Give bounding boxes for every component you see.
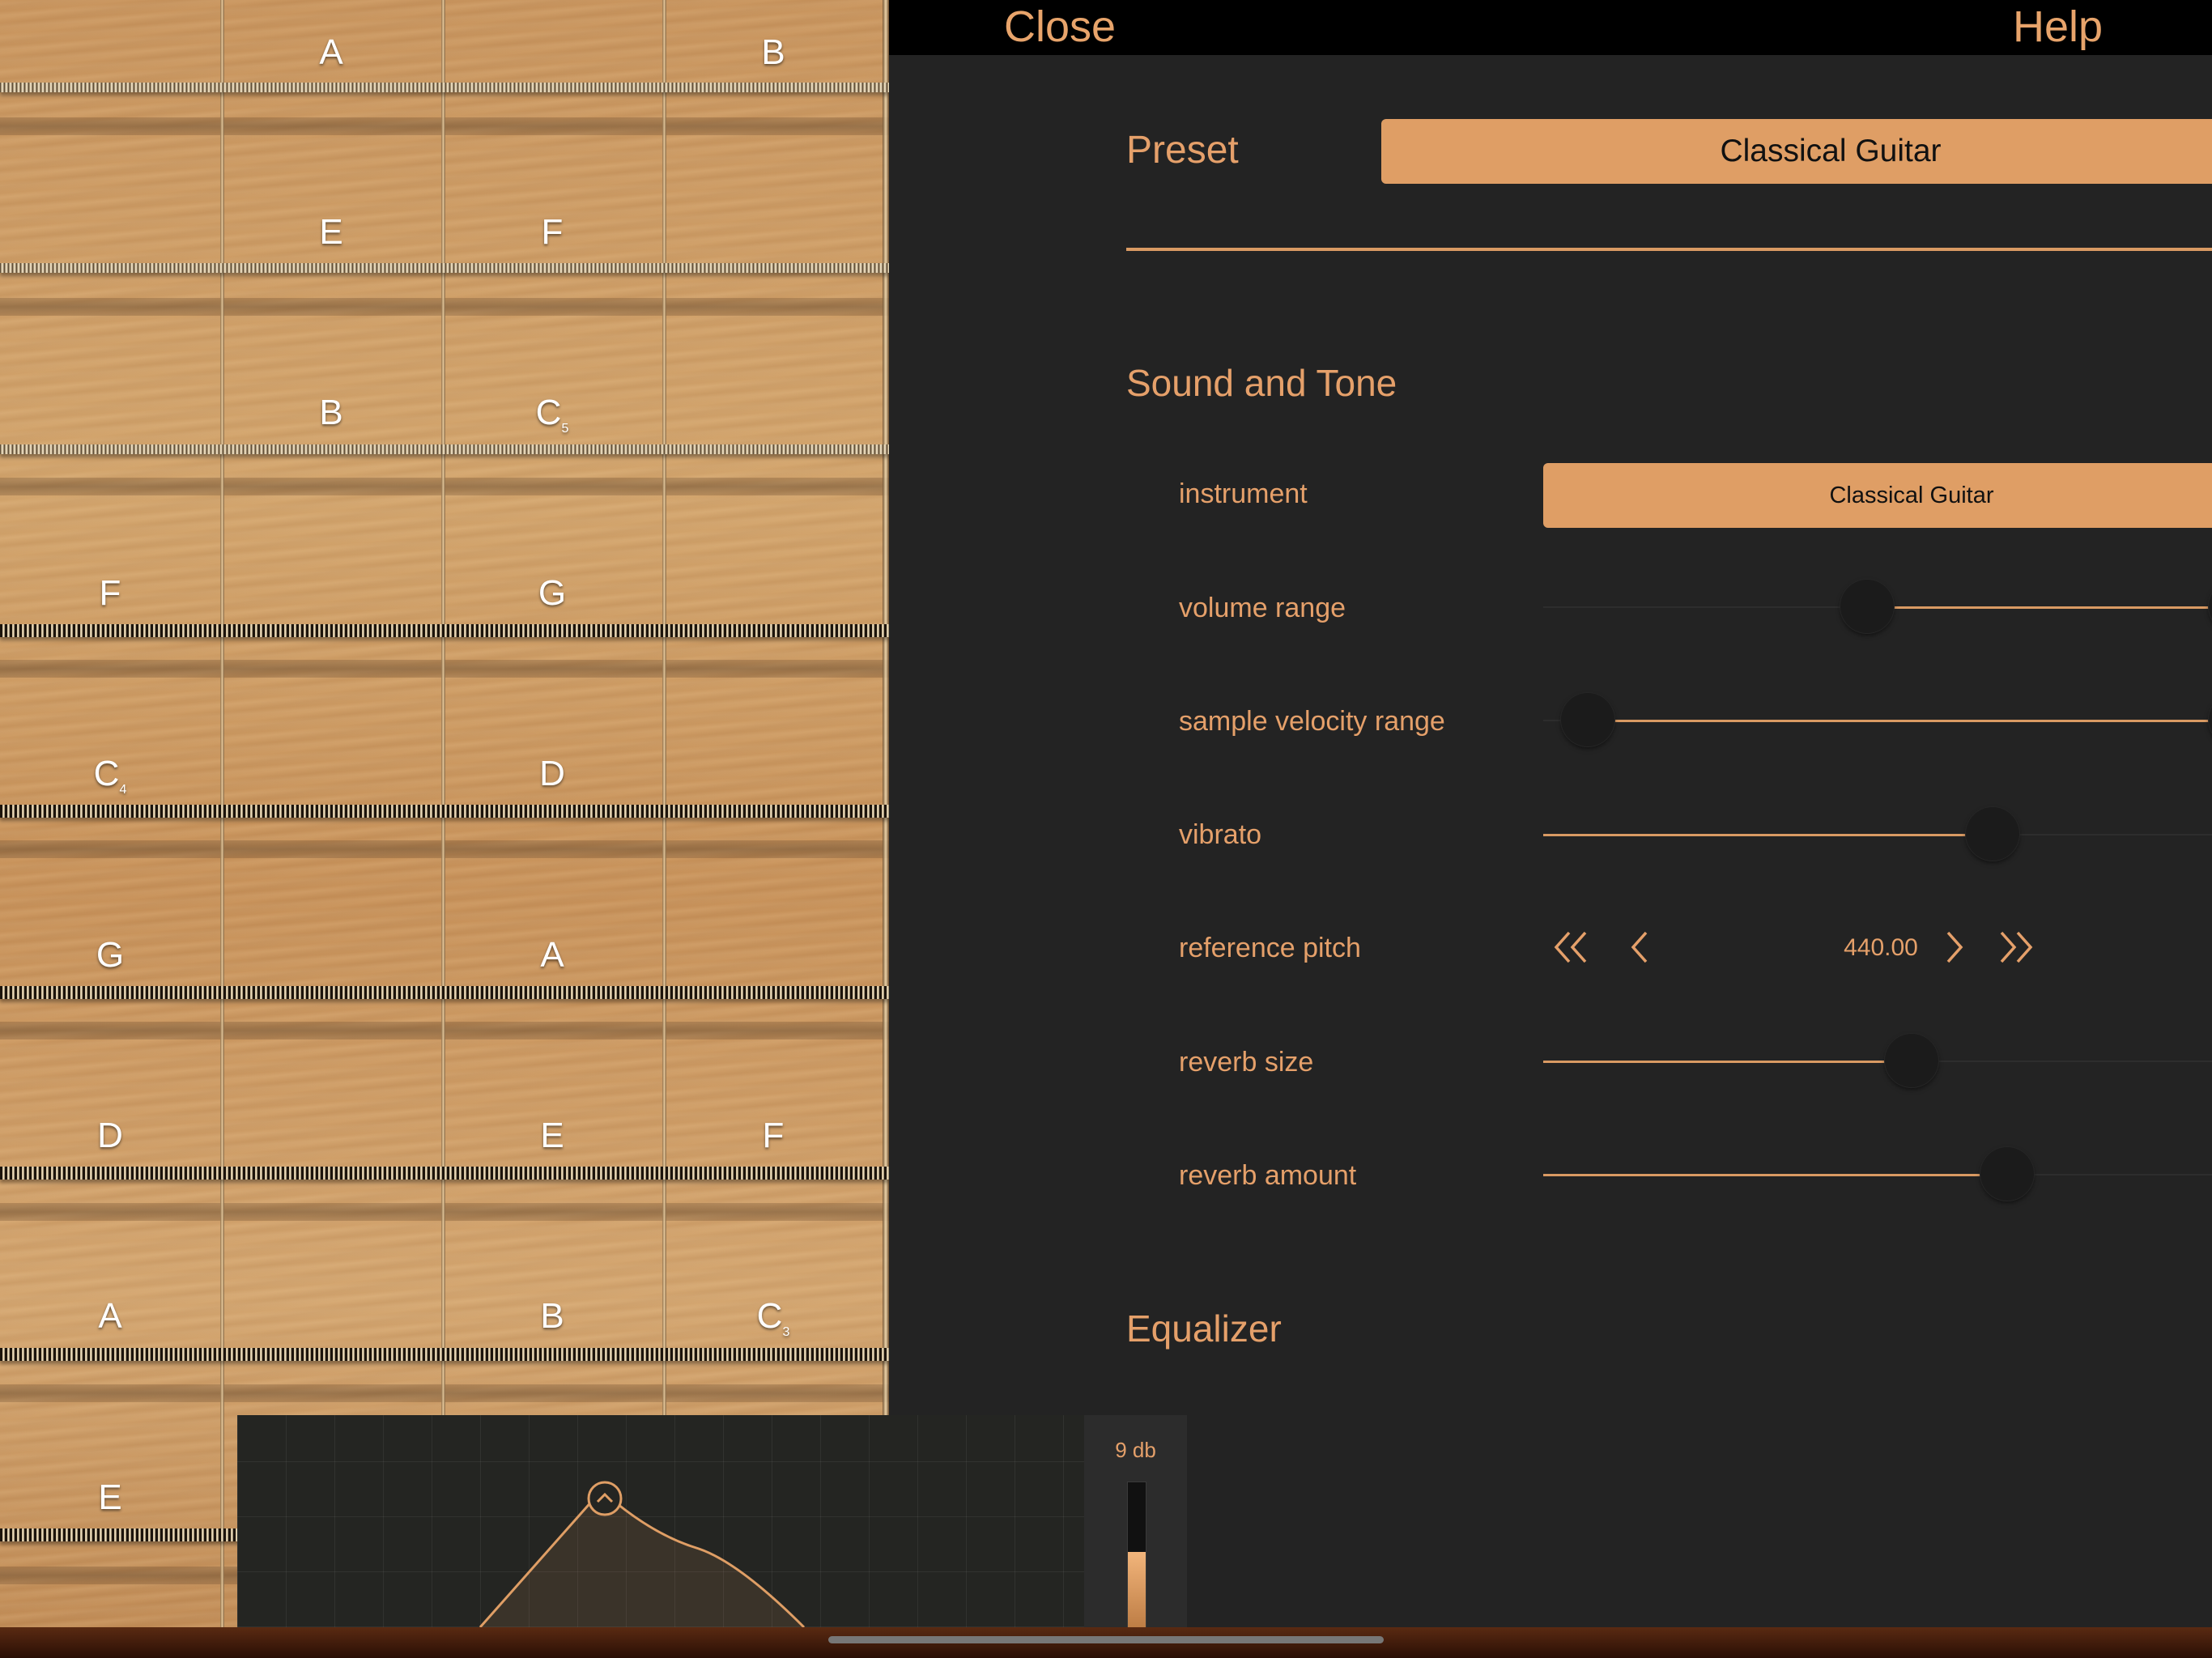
equalizer-heading: Equalizer <box>1126 1307 1282 1350</box>
equalizer-graph[interactable] <box>237 1415 1084 1627</box>
fretboard[interactable]: A B E F B C5 F G C4 D G A D E F A B C3 E… <box>0 0 889 1627</box>
vibrato-thumb[interactable] <box>1966 807 2020 861</box>
double-chevron-right-icon[interactable] <box>1995 928 2035 971</box>
note-label: E <box>98 1477 122 1517</box>
preset-label: Preset <box>1126 129 1239 172</box>
slider-fill <box>1543 1061 1912 1063</box>
preset-selector-button[interactable]: Classical Guitar <box>1381 119 2212 184</box>
preset-value: Classical Guitar <box>1720 134 1942 168</box>
note-label: C3 <box>756 1296 790 1339</box>
help-button[interactable]: Help <box>2013 2 2103 52</box>
slider-fill <box>1867 606 2212 609</box>
sample-velocity-max-thumb[interactable] <box>2209 693 2212 746</box>
string[interactable] <box>0 1348 889 1361</box>
note-label: C5 <box>535 393 569 436</box>
eq-band-handle[interactable] <box>586 1480 623 1517</box>
home-indicator[interactable] <box>828 1636 1384 1643</box>
reference-pitch-label: reference pitch <box>1179 933 1361 963</box>
note-label: E <box>540 1116 564 1155</box>
note-label: C4 <box>93 754 127 797</box>
note-label: F <box>99 573 121 613</box>
note-label: D <box>97 1116 123 1155</box>
string[interactable] <box>0 263 889 273</box>
string[interactable] <box>0 444 889 454</box>
slider-fill <box>1543 1174 2008 1176</box>
reverb-amount-label: reverb amount <box>1179 1160 1357 1191</box>
note-label: E <box>319 212 343 252</box>
eq-curve <box>479 1499 806 1627</box>
close-button[interactable]: Close <box>1004 2 1116 52</box>
volume-range-max-thumb[interactable] <box>2209 580 2212 633</box>
instrument-selector-button[interactable]: Classical Guitar <box>1543 463 2212 528</box>
vibrato-label: vibrato <box>1179 819 1262 850</box>
note-label: G <box>96 935 125 975</box>
sound-and-tone-heading: Sound and Tone <box>1126 362 1397 404</box>
string[interactable] <box>0 83 889 92</box>
instrument-label: instrument <box>1179 478 1308 509</box>
note-label: F <box>541 212 564 252</box>
note-label: G <box>538 573 567 613</box>
section-divider <box>1126 248 2212 251</box>
sample-velocity-range-label: sample velocity range <box>1179 706 1445 737</box>
note-label: A <box>540 935 564 975</box>
eq-gain-panel: 9 db <box>1084 1415 1187 1637</box>
slider-fill <box>1587 720 2212 722</box>
string[interactable] <box>0 624 889 637</box>
top-bar: Close Help <box>889 0 2212 55</box>
chevron-up-icon <box>587 1481 623 1516</box>
note-label: A <box>319 32 343 72</box>
note-label: B <box>761 32 785 72</box>
string[interactable] <box>0 1167 889 1180</box>
volume-range-label: volume range <box>1179 593 1346 623</box>
string[interactable] <box>0 805 889 818</box>
reverb-size-thumb[interactable] <box>1885 1034 1938 1087</box>
volume-range-min-thumb[interactable] <box>1840 580 1895 633</box>
eq-db-label: 9 db <box>1115 1438 1156 1462</box>
note-label: D <box>539 754 565 793</box>
double-chevron-left-icon[interactable] <box>1551 928 1592 971</box>
settings-panel: Close Help Preset Classical Guitar Sound… <box>889 0 2212 1627</box>
note-label: B <box>540 1296 564 1336</box>
chevron-left-icon[interactable] <box>1628 928 1653 971</box>
string[interactable] <box>0 986 889 999</box>
reverb-amount-thumb[interactable] <box>1980 1147 2035 1201</box>
slider-fill <box>1543 834 1993 836</box>
note-label: B <box>319 393 343 432</box>
eq-gain-meter[interactable] <box>1127 1482 1146 1637</box>
chevron-right-icon[interactable] <box>1942 928 1966 971</box>
sample-velocity-min-thumb[interactable] <box>1560 693 1614 746</box>
eq-gain-meter-fill <box>1128 1551 1146 1636</box>
note-label: A <box>98 1296 122 1336</box>
reverb-size-label: reverb size <box>1179 1047 1314 1078</box>
instrument-value: Classical Guitar <box>1829 482 1994 508</box>
note-label: F <box>762 1116 785 1155</box>
